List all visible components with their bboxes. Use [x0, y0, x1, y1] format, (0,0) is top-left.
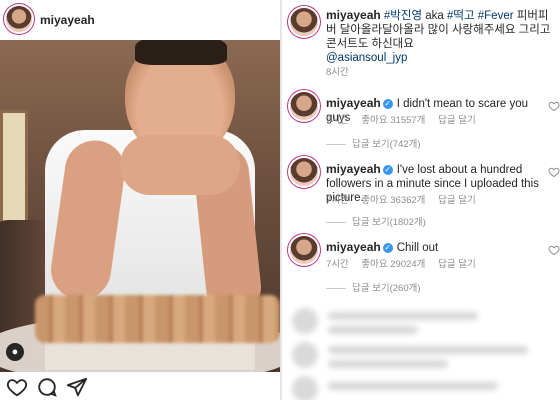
post-author-username[interactable]: miyayeah — [40, 13, 95, 27]
blurred-text — [328, 326, 418, 334]
verified-badge-icon: ✓ — [382, 164, 393, 175]
replies-line — [326, 143, 346, 145]
blurred-text — [328, 382, 498, 390]
replies-line — [326, 287, 346, 289]
comment-username[interactable]: miyayeah — [326, 240, 381, 254]
comments-panel: miyayeah #박진영 aka #떡고 #Fever 피버피버 달아올라달아… — [282, 0, 560, 400]
comment-meta: 7시간 좋아요 31557개 답글 달기 — [326, 112, 486, 126]
view-replies-label: 답글 보기(1802개) — [352, 217, 426, 228]
view-replies-label: 답글 보기(742개) — [352, 139, 421, 150]
view-replies-button[interactable]: 답글 보기(260개) — [326, 280, 421, 294]
comment-meta: 7시간 좋아요 29024개 답글 달기 — [326, 256, 486, 270]
blurred-text — [328, 360, 448, 368]
blurred-comment — [292, 338, 552, 374]
blurred-avatar — [292, 342, 318, 368]
post-caption: miyayeah #박진영 aka #떡고 #Fever 피버피버 달아올라달아… — [326, 8, 552, 65]
photo-frame-detail — [0, 110, 28, 236]
caption-username[interactable]: miyayeah — [326, 8, 381, 22]
comment-avatar[interactable] — [290, 158, 318, 186]
user-tag-icon[interactable]: ● — [6, 343, 24, 361]
photo-hair — [135, 40, 227, 65]
comment-heart-icon[interactable] — [548, 166, 560, 178]
post-photo[interactable]: ● — [0, 40, 280, 372]
comment-avatar[interactable] — [290, 92, 318, 120]
comment-likes[interactable]: 좋아요 31557개 — [361, 115, 425, 126]
replies-line — [326, 221, 346, 223]
post-action-bar — [0, 372, 280, 400]
photo-food — [35, 295, 280, 343]
comment-reply-button[interactable]: 답글 달기 — [438, 115, 476, 126]
post-author-avatar[interactable] — [6, 6, 32, 32]
comment-username[interactable]: miyayeah — [326, 96, 381, 110]
blurred-avatar — [292, 376, 318, 400]
blurred-text — [328, 346, 528, 354]
view-replies-button[interactable]: 답글 보기(1802개) — [326, 214, 426, 228]
blurred-comment — [292, 372, 552, 400]
comment-avatar[interactable] — [290, 236, 318, 264]
comment-reply-button[interactable]: 답글 달기 — [438, 195, 476, 206]
share-icon[interactable] — [66, 376, 88, 398]
caption-mention[interactable]: @asiansoul_jyp — [326, 52, 407, 64]
view-replies-button[interactable]: 답글 보기(742개) — [326, 136, 421, 150]
comment-text: Chill out — [396, 242, 439, 254]
comment-time: 7시간 — [326, 115, 349, 126]
blurred-avatar — [292, 308, 318, 334]
caption-hashtag[interactable]: #Fever — [478, 10, 514, 22]
comment-likes[interactable]: 좋아요 29024개 — [361, 259, 425, 270]
photo-hands — [120, 135, 240, 195]
comment-heart-icon[interactable] — [548, 244, 560, 256]
comment-username[interactable]: miyayeah — [326, 162, 381, 176]
caption-aka: aka — [422, 10, 447, 22]
verified-badge-icon: ✓ — [382, 242, 393, 253]
comment-reply-button[interactable]: 답글 달기 — [438, 259, 476, 270]
verified-badge-icon: ✓ — [382, 98, 393, 109]
comment-meta: 7시간 좋아요 36362개 답글 달기 — [326, 192, 486, 206]
comment-heart-icon[interactable] — [548, 100, 560, 112]
caption-avatar[interactable] — [290, 8, 318, 36]
post-panel: miyayeah ● — [0, 0, 280, 400]
blurred-comment — [292, 304, 552, 340]
comment-time: 7시간 — [326, 195, 349, 206]
comment-likes[interactable]: 좋아요 36362개 — [361, 195, 425, 206]
comment-time: 7시간 — [326, 259, 349, 270]
caption-hashtag[interactable]: #떡고 — [447, 10, 475, 22]
view-replies-label: 답글 보기(260개) — [352, 283, 421, 294]
blurred-text — [328, 312, 478, 320]
caption-timestamp: 8시간 — [326, 67, 349, 78]
comment-icon[interactable] — [36, 376, 58, 398]
comment-body: miyayeah ✓ Chill out — [326, 240, 546, 255]
heart-icon[interactable] — [6, 376, 28, 398]
caption-hashtag[interactable]: #박진영 — [384, 10, 422, 22]
